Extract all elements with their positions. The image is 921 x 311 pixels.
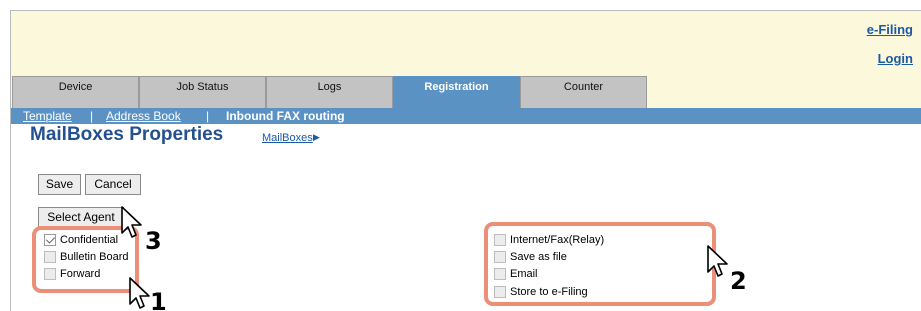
subnav-separator: |	[90, 109, 94, 123]
subnav-template[interactable]: Template	[23, 108, 72, 124]
save-button[interactable]: Save	[38, 174, 81, 195]
step-number-1: 1	[150, 288, 167, 311]
web-frame: e-Filing Login Device Job Status Logs Re…	[10, 10, 921, 311]
tab-counter[interactable]: Counter	[520, 76, 647, 108]
sub-navigation: Template | Address Book | Inbound FAX ro…	[11, 108, 921, 124]
step-number-3: 3	[145, 227, 162, 255]
page-title: MailBoxes Properties	[30, 124, 224, 145]
tab-job-status[interactable]: Job Status	[139, 76, 266, 108]
breadcrumb-arrow-icon: ▶	[313, 132, 320, 142]
tab-logs[interactable]: Logs	[266, 76, 393, 108]
step-number-2: 2	[730, 267, 747, 295]
efiling-link[interactable]: e-Filing	[867, 22, 913, 37]
tab-bar: Device Job Status Logs Registration Coun…	[11, 76, 921, 108]
select-agent-button[interactable]: Select Agent	[38, 207, 124, 228]
cancel-button[interactable]: Cancel	[85, 174, 141, 195]
breadcrumb-mailboxes[interactable]: MailBoxes	[262, 132, 313, 144]
tab-registration[interactable]: Registration	[393, 76, 520, 108]
subnav-inbound-fax-routing: Inbound FAX routing	[226, 109, 345, 123]
subnav-address-book[interactable]: Address Book	[106, 108, 181, 124]
callout-right-options	[484, 222, 716, 306]
subnav-separator: |	[206, 109, 210, 123]
login-link[interactable]: Login	[878, 51, 913, 66]
tab-device[interactable]: Device	[12, 76, 139, 108]
header-band: e-Filing Login	[11, 11, 921, 76]
mouse-pointer-icon	[121, 206, 142, 238]
